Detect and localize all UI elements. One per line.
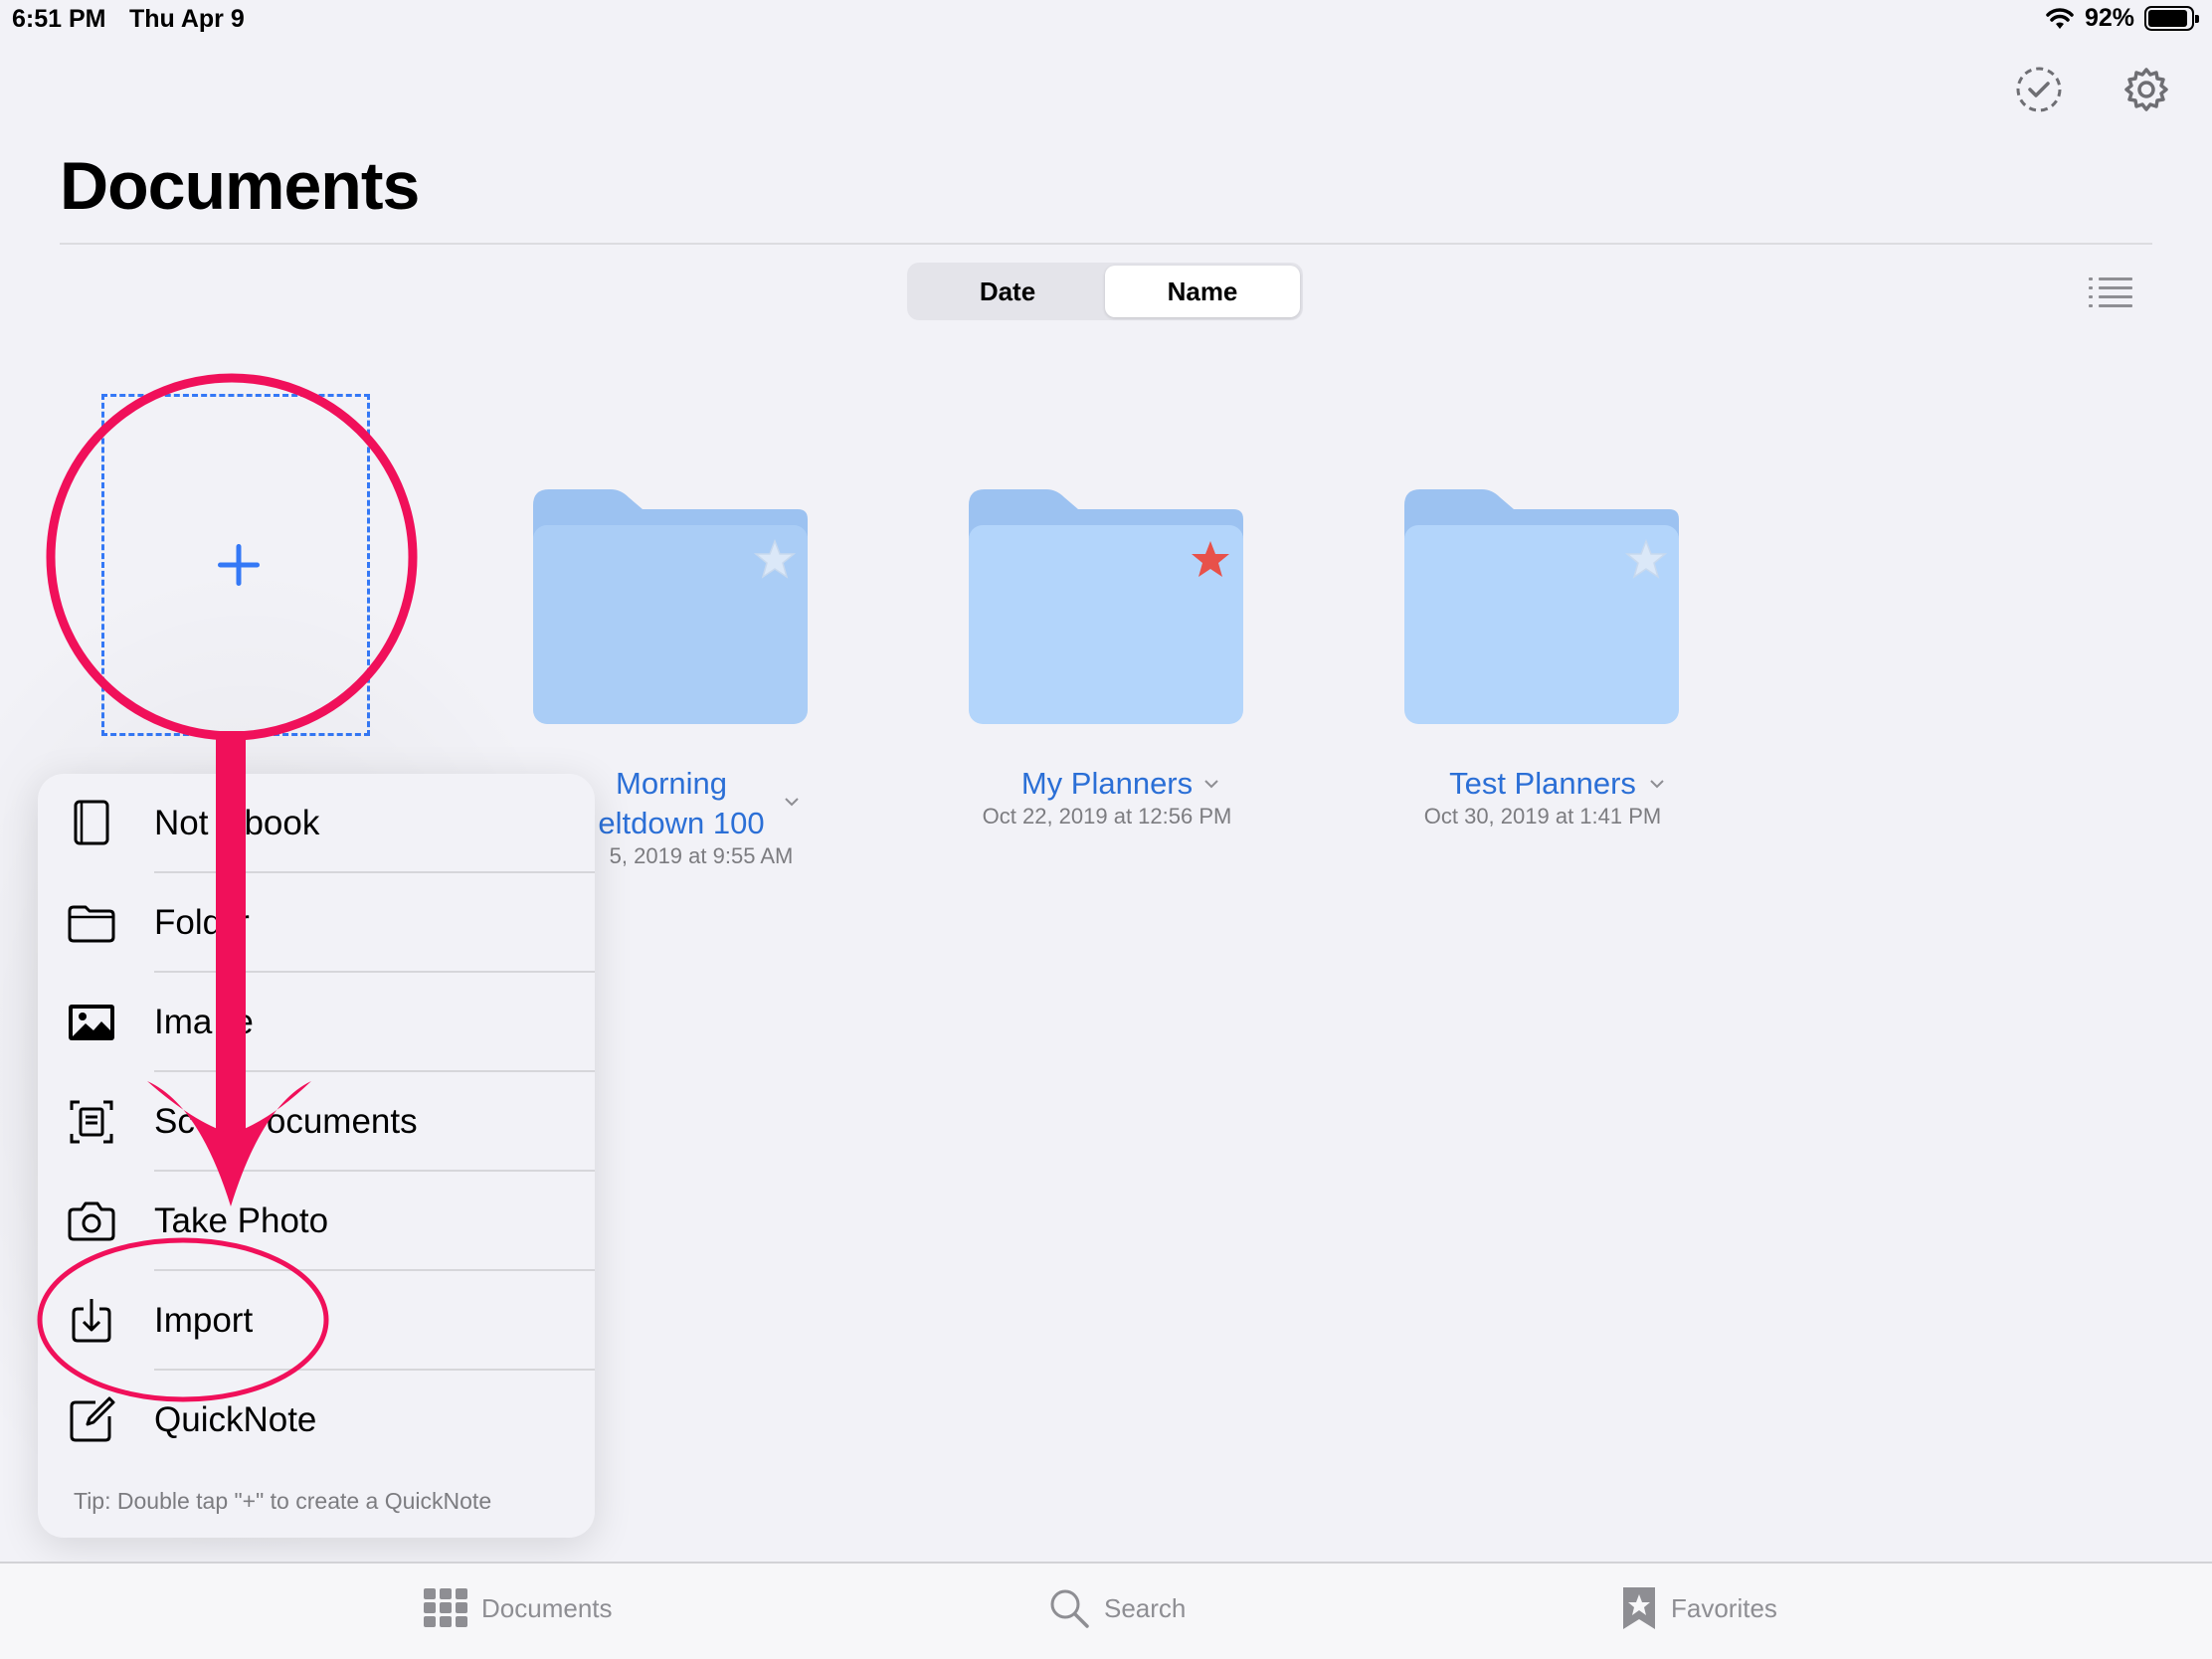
sort-by-name[interactable]: Name: [1105, 266, 1300, 317]
quicknote-icon: [70, 1396, 115, 1442]
list-icon: [2089, 277, 2132, 307]
folder-date: Oct 22, 2019 at 12:56 PM: [982, 804, 1232, 829]
menu-item-scan-documents[interactable]: Sc ocuments: [38, 1072, 595, 1172]
battery-percent: 92%: [2084, 4, 2134, 32]
menu-item-import[interactable]: Import: [38, 1271, 595, 1371]
view-toggle-button[interactable]: [2087, 273, 2134, 312]
menu-item-folder[interactable]: Fold r: [38, 873, 595, 973]
status-bar: 6:51 PM Thu Apr 9 92%: [0, 0, 2212, 40]
status-right: 92%: [2045, 4, 2199, 33]
menu-tip: Tip: Double tap "+" to create a QuickNot…: [74, 1488, 492, 1514]
folder-name[interactable]: Test Planners: [1404, 766, 1681, 802]
tab-favorites[interactable]: Favorites: [1621, 1583, 1777, 1633]
chevron-down-icon[interactable]: [1649, 778, 1665, 790]
tab-label: Favorites: [1671, 1592, 1777, 1623]
scan-document-icon: [70, 1100, 113, 1144]
status-date: Thu Apr 9: [129, 5, 245, 33]
wifi-icon: [2046, 7, 2074, 29]
settings-button[interactable]: [2117, 60, 2176, 119]
status-time: 6:51 PM: [12, 5, 106, 33]
sort-segmented-control: Date Name: [907, 263, 1303, 320]
bookmark-star-icon: [1623, 1587, 1655, 1629]
page-title: Documents: [60, 148, 420, 224]
folder-test-planners[interactable]: [1404, 487, 1681, 726]
search-icon: [1050, 1589, 1089, 1628]
camera-icon: [68, 1201, 115, 1241]
menu-item-label: QuickNote: [154, 1400, 317, 1439]
sort-by-date[interactable]: Date: [910, 266, 1105, 317]
menu-item-label: Not book: [154, 804, 320, 842]
tab-label: Documents: [481, 1592, 613, 1623]
battery-icon: [2144, 6, 2199, 31]
image-icon: [69, 1005, 114, 1040]
notebook-icon: [74, 800, 109, 845]
import-icon: [72, 1299, 111, 1343]
menu-item-label: Take Photo: [154, 1201, 329, 1240]
folder-icon: [969, 489, 1243, 724]
folder-icon: [68, 905, 115, 943]
menu-item-label: Import: [154, 1301, 254, 1340]
title-divider: [60, 243, 2152, 245]
folder-my-planners[interactable]: [969, 487, 1245, 726]
folder-icon: [1404, 489, 1679, 724]
folder-date: 5, 2019 at 9:55 AM: [609, 843, 794, 868]
new-item-menu: Not book Fold r Ima e Sc ocuments Take P…: [38, 774, 595, 1538]
gear-icon: [2124, 68, 2168, 111]
chevron-down-icon[interactable]: [784, 796, 800, 808]
star-outline-icon[interactable]: [754, 539, 796, 579]
star-filled-icon[interactable]: [1190, 539, 1231, 579]
tab-label: Search: [1104, 1592, 1187, 1623]
folder-date: Oct 30, 2019 at 1:41 PM: [1423, 804, 1662, 829]
menu-item-image[interactable]: Ima e: [38, 973, 595, 1072]
menu-item-label: Fold r: [154, 903, 250, 942]
tab-documents[interactable]: Documents: [424, 1583, 613, 1633]
grid-icon: [424, 1588, 467, 1627]
menu-item-label: Ima e: [154, 1003, 254, 1041]
chevron-down-icon[interactable]: [1203, 778, 1219, 790]
star-outline-icon[interactable]: [1625, 539, 1667, 579]
checkmark-circle-dashed-icon: [2016, 67, 2062, 112]
menu-item-notebook[interactable]: Not book: [38, 774, 595, 873]
select-button[interactable]: [2009, 60, 2069, 119]
tab-bar: Documents Search Favorites: [0, 1562, 2212, 1659]
tab-search[interactable]: Search: [1048, 1583, 1186, 1633]
menu-item-label: Sc ocuments: [154, 1102, 418, 1141]
menu-item-quicknote[interactable]: QuickNote: [38, 1371, 595, 1470]
menu-item-take-photo[interactable]: Take Photo: [38, 1172, 595, 1271]
